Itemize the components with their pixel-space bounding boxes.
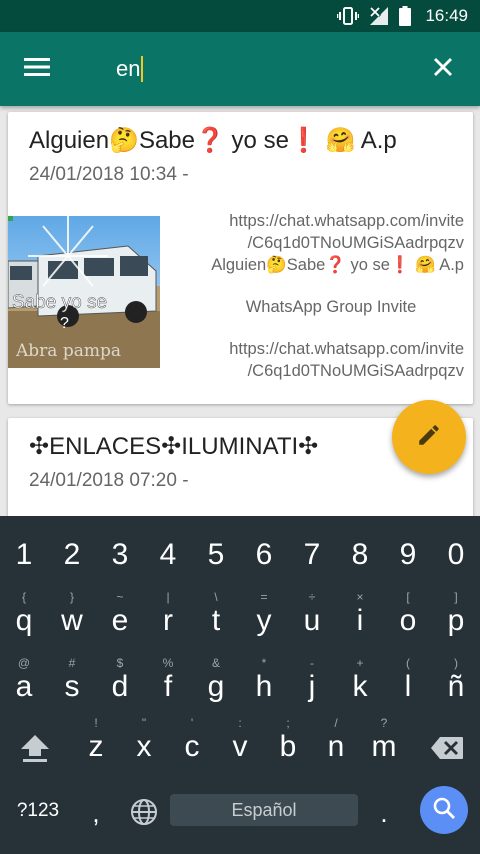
key-u[interactable]: ÷ u [288, 590, 336, 650]
preview-url-line: /C6q1d0TNoUMGiSAadrpqzv [247, 234, 464, 252]
key-m[interactable]: ? m [360, 716, 408, 776]
symbols-key[interactable]: ?123 [6, 796, 70, 826]
thumbnail-overlay-text-2: ? [60, 315, 69, 332]
shift-icon [20, 734, 50, 767]
key-t[interactable]: \ t [192, 590, 240, 650]
key-o[interactable]: [o [384, 590, 432, 650]
key-g[interactable]: & g [192, 656, 240, 716]
keyboard-number-row: 1 2 3 4 5 6 7 8 9 0 [0, 524, 480, 584]
period-key[interactable]: . [364, 792, 404, 832]
preview-url-line: https://chat.whatsapp.com/invite [229, 212, 464, 230]
card-date: 24/01/2018 10:34 - [29, 164, 189, 185]
battery-icon [399, 6, 412, 26]
space-key[interactable]: Español [170, 794, 358, 826]
backspace-key[interactable] [420, 716, 474, 776]
comma-key[interactable]: , [74, 792, 118, 832]
key-l[interactable]: (l [384, 656, 432, 716]
preview-type: WhatsApp Group Invite [245, 298, 417, 316]
link-preview[interactable]: https://chat.whatsapp.com/invite /C6q1d0… [168, 210, 464, 382]
key-k[interactable]: + k [336, 656, 384, 716]
card-date: 24/01/2018 07:20 - [29, 470, 189, 491]
thumbnail-overlay-text: Sabe yo se [12, 292, 107, 313]
key-p[interactable]: ] p [432, 590, 480, 650]
keyboard-row-3: ! z " x ' c :v ; b / n ? m [0, 716, 480, 776]
key-z[interactable]: ! z [72, 716, 120, 776]
vibrate-icon [337, 6, 360, 26]
key-c[interactable]: ' c [168, 716, 216, 776]
key-r[interactable]: | r [144, 590, 192, 650]
menu-button[interactable] [0, 32, 74, 106]
thumbnail-watermark: Abra pampa [15, 341, 121, 361]
card-title: ✣ENLACES✣ILUMINATI✣ [29, 433, 319, 460]
group-card[interactable]: Alguien🤔Sabe❓ yo se❗ 🤗 A.p 24/01/2018 10… [8, 112, 473, 404]
key-s[interactable]: # s [48, 656, 96, 716]
key-b[interactable]: ; b [264, 716, 312, 776]
key-e[interactable]: ~ e [96, 590, 144, 650]
clear-search-button[interactable] [406, 32, 480, 106]
key-a[interactable]: @ a [0, 656, 48, 716]
close-icon [433, 57, 453, 82]
preview-url-line: /C6q1d0TNoUMGiSAadrpqzv [247, 362, 464, 380]
key-f[interactable]: % f [144, 656, 192, 716]
hamburger-menu-icon [24, 57, 50, 82]
keyboard-row-2: @ a # s $ d % f & g * h -j + k (l ) ñ [0, 656, 480, 716]
key-7[interactable]: 7 [288, 524, 336, 584]
search-app-bar: en [0, 32, 480, 106]
soft-keyboard: 1 2 3 4 5 6 7 8 9 0 {q } w ~ e | r \ t = y ÷ u… [0, 516, 480, 854]
key-9[interactable]: 9 [384, 524, 432, 584]
search-input[interactable]: en [74, 32, 406, 106]
preview-url-line: https://chat.whatsapp.com/invite [229, 340, 464, 358]
key-d[interactable]: $ d [96, 656, 144, 716]
group-thumbnail[interactable]: Sabe yo se ? Abra pampa [8, 216, 160, 368]
key-1[interactable]: 1 [0, 524, 48, 584]
search-input-value: en [116, 56, 141, 81]
key-x[interactable]: " x [120, 716, 168, 776]
key-w[interactable]: } w [48, 590, 96, 650]
text-caret [141, 56, 144, 82]
key-y[interactable]: = y [240, 590, 288, 650]
key-q[interactable]: {q [0, 590, 48, 650]
globe-icon [130, 798, 158, 831]
language-key[interactable] [124, 794, 164, 830]
shift-key[interactable] [10, 716, 60, 776]
key-8[interactable]: 8 [336, 524, 384, 584]
key-5[interactable]: 5 [192, 524, 240, 584]
pencil-icon [416, 422, 442, 453]
backspace-icon [430, 736, 464, 765]
signal-off-icon [369, 6, 389, 26]
key-6[interactable]: 6 [240, 524, 288, 584]
key-v[interactable]: :v [216, 716, 264, 776]
search-icon [432, 796, 456, 825]
status-time: 16:49 [425, 6, 468, 25]
key-n[interactable]: / n [312, 716, 360, 776]
key-0[interactable]: 0 [432, 524, 480, 584]
key-i[interactable]: × i [336, 590, 384, 650]
compose-fab-button[interactable] [392, 400, 466, 474]
keyboard-search-key[interactable] [420, 786, 468, 834]
key-3[interactable]: 3 [96, 524, 144, 584]
status-bar: 16:49 [0, 0, 480, 32]
card-title: Alguien🤔Sabe❓ yo se❗ 🤗 A.p [29, 127, 397, 154]
keyboard-row-1: {q } w ~ e | r \ t = y ÷ u × i [o ] p [0, 590, 480, 650]
key-2[interactable]: 2 [48, 524, 96, 584]
key-4[interactable]: 4 [144, 524, 192, 584]
preview-group-name: Alguien🤔Sabe❓ yo se❗ 🤗 A.p [211, 256, 464, 274]
key-h[interactable]: * h [240, 656, 288, 716]
key-j[interactable]: -j [288, 656, 336, 716]
key-n-tilde[interactable]: ) ñ [432, 656, 480, 716]
